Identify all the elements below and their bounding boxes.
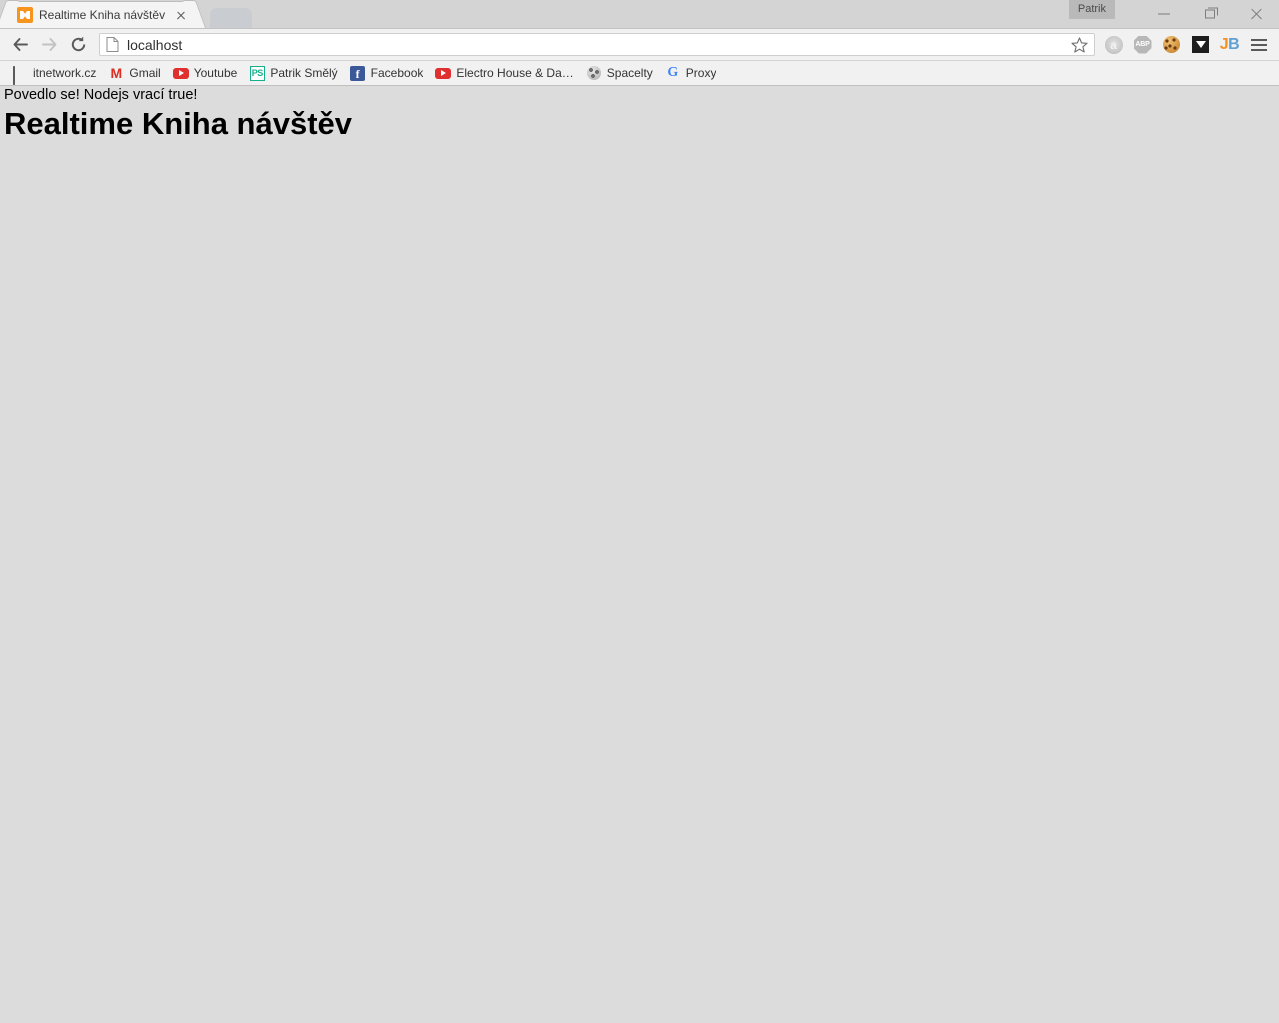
bookmark-youtube[interactable]: Youtube — [167, 63, 244, 83]
window-controls: Patrik — [1068, 0, 1279, 28]
profile-button[interactable]: Patrik — [1068, 0, 1115, 19]
bookmark-electro-house[interactable]: Electro House & Da… — [429, 63, 579, 83]
monitor-icon — [12, 65, 28, 85]
gray-circle-extension-icon[interactable]: a — [1099, 30, 1128, 59]
maximize-icon — [1205, 7, 1218, 19]
bookmark-label: itnetwork.cz — [33, 66, 97, 80]
ball-icon — [586, 65, 602, 81]
bookmark-label: Youtube — [193, 66, 238, 80]
bookmark-label: Spacelty — [606, 66, 653, 80]
tab-realtime-kniha-navstev[interactable]: Realtime Kniha návštěv — [8, 1, 194, 28]
url-input[interactable] — [127, 36, 1068, 53]
youtube-icon — [435, 65, 452, 81]
jetbrains-extension-icon[interactable]: JB — [1215, 30, 1244, 59]
back-arrow-icon — [13, 38, 28, 51]
minimize-button[interactable] — [1141, 0, 1187, 28]
new-tab-button[interactable] — [209, 8, 253, 29]
tab-title: Realtime Kniha návštěv — [39, 8, 166, 22]
page-title: Realtime Kniha návštěv — [4, 106, 353, 141]
bookmark-label: Proxy — [685, 66, 717, 80]
google-g-icon: G — [667, 65, 679, 80]
forward-arrow-icon — [42, 38, 57, 51]
bookmark-patrik-smely[interactable]: PS Patrik Smělý — [243, 63, 343, 83]
reload-button[interactable] — [64, 30, 93, 59]
xampp-favicon-icon — [17, 7, 33, 23]
page-info-icon — [106, 37, 119, 52]
back-button[interactable] — [6, 30, 35, 59]
bookmark-gmail[interactable]: M Gmail — [102, 63, 166, 83]
bookmark-facebook[interactable]: f Facebook — [344, 63, 430, 83]
hamburger-menu-icon — [1250, 38, 1267, 51]
close-icon — [1250, 8, 1263, 21]
cookie-extension-icon[interactable] — [1157, 30, 1186, 59]
youtube-icon — [172, 65, 189, 81]
dark-square-extension-icon[interactable] — [1186, 30, 1215, 59]
bookmark-itnetwork[interactable]: itnetwork.cz — [6, 63, 102, 85]
address-bar[interactable] — [99, 33, 1095, 56]
facebook-icon: f — [350, 65, 366, 81]
bookmark-label: Electro House & Da… — [456, 66, 574, 80]
bookmark-label: Patrik Smělý — [270, 66, 338, 80]
chrome-menu-button[interactable] — [1244, 30, 1273, 59]
bookmark-label: Gmail — [129, 66, 161, 80]
status-message: Povedlo se! Nodejs vrací true! — [4, 87, 198, 103]
maximize-button[interactable] — [1187, 0, 1233, 28]
tab-close-icon[interactable] — [173, 7, 189, 23]
bookmark-proxy[interactable]: G Proxy — [659, 63, 723, 83]
close-window-button[interactable] — [1233, 0, 1279, 28]
bookmark-spacelty[interactable]: Spacelty — [580, 63, 659, 83]
ps-monogram-icon: PS — [249, 65, 265, 81]
forward-button[interactable] — [35, 30, 64, 59]
bookmarks-bar: itnetwork.cz M Gmail Youtube PS Patrik S… — [0, 61, 1279, 86]
gmail-icon: M — [110, 65, 123, 81]
reload-icon — [71, 36, 86, 52]
bookmark-star-icon[interactable] — [1068, 34, 1090, 55]
browser-window: Realtime Kniha návštěv Patrik localhost … — [0, 0, 1279, 1023]
page-content: Povedlo se! Nodejs vrací true! Realtime … — [0, 86, 1279, 1023]
tab-strip: Realtime Kniha návštěv Patrik — [0, 0, 1279, 29]
browser-toolbar: a ABP JB — [0, 29, 1279, 61]
bookmark-label: Facebook — [370, 66, 424, 80]
minimize-icon — [1158, 13, 1170, 15]
adblock-plus-icon[interactable]: ABP — [1128, 30, 1157, 59]
